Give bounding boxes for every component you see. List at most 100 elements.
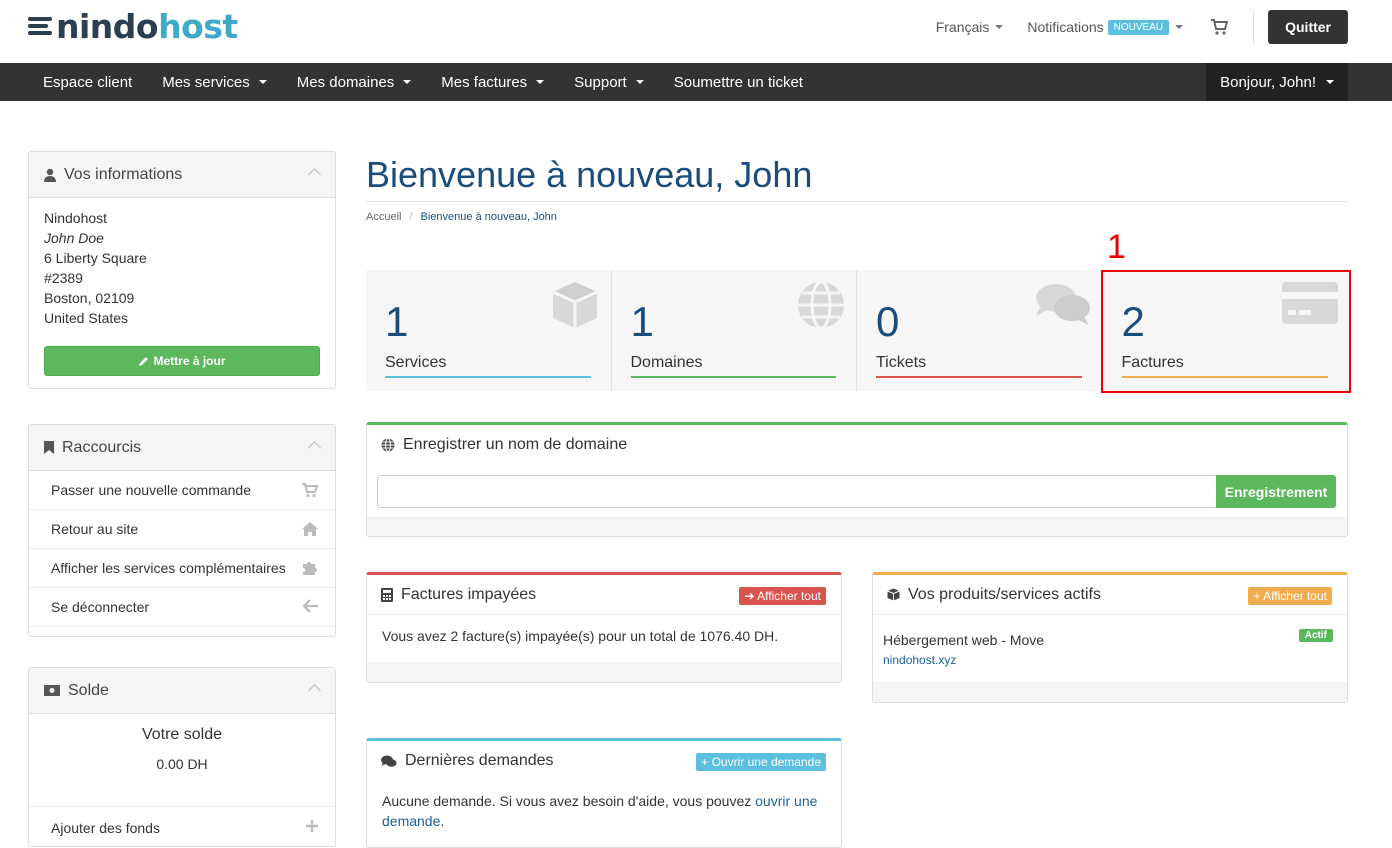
user-menu[interactable]: Bonjour, John!	[1206, 63, 1348, 101]
tickets-label: Tickets	[876, 354, 927, 371]
arrow-left-icon	[303, 599, 318, 613]
logo[interactable]: nindohost	[28, 6, 238, 46]
balance-value: 0.00 DH	[156, 756, 208, 772]
tickets-underline	[876, 376, 1082, 378]
plus-icon: +	[701, 755, 709, 769]
card-footer	[873, 682, 1347, 702]
info-panel-header[interactable]: Vos informations	[29, 152, 335, 198]
products-card-title: Vos produits/services actifs	[908, 585, 1101, 603]
balance-label: Votre solde	[141, 726, 223, 743]
shortcuts-panel: Raccourcis Passer une nouvelle commande …	[28, 424, 336, 637]
globe-icon	[381, 438, 395, 452]
nav-item-espace-client[interactable]: Espace client	[28, 63, 147, 101]
product-name[interactable]: Hébergement web - Move	[883, 632, 1044, 648]
caret-down-icon	[1175, 25, 1184, 29]
address-country: United States	[44, 310, 129, 326]
nav-item-support[interactable]: Support	[559, 63, 659, 101]
info-panel: Vos informations Nindohost John Doe 6 Li…	[28, 151, 336, 389]
active-products-card: Vos produits/services actifs + Afficher …	[872, 572, 1348, 703]
breadcrumb-current: Bienvenue à nouveau, John	[420, 211, 557, 223]
balance-panel: Solde Votre solde 0.00 DH Ajouter des fo…	[28, 667, 336, 847]
card-footer	[367, 662, 841, 682]
shortcuts-panel-header[interactable]: Raccourcis	[29, 425, 335, 471]
services-count: 1	[385, 298, 409, 345]
puzzle-icon	[303, 562, 317, 575]
nav-item-mes-services[interactable]: Mes services	[147, 63, 282, 101]
tile-tickets[interactable]: 0 Tickets	[857, 270, 1103, 391]
bookmark-icon	[44, 441, 54, 454]
balance-panel-header[interactable]: Solde	[29, 668, 335, 714]
cart-icon	[302, 483, 319, 497]
money-icon	[44, 685, 60, 696]
cart-icon[interactable]	[1209, 17, 1229, 37]
caret-down-icon	[1326, 80, 1334, 84]
tickets-text: Aucune demande. Si vous avez besoin d'ai…	[382, 793, 818, 829]
latest-tickets-card: Dernières demandes + Ouvrir une demande …	[366, 738, 842, 848]
notifications-dropdown[interactable]: Notifications NOUVEAU	[1027, 19, 1184, 35]
update-button[interactable]: Mettre à jour	[44, 346, 320, 376]
view-all-products-button[interactable]: + Afficher tout	[1248, 587, 1332, 605]
caret-down-icon	[536, 80, 545, 84]
add-funds-link[interactable]: Ajouter des fonds	[29, 808, 335, 847]
quit-button[interactable]: Quitter	[1268, 10, 1348, 44]
contact-name: John Doe	[44, 230, 104, 246]
domains-underline	[630, 376, 836, 378]
divider	[1253, 10, 1255, 44]
services-underline	[385, 376, 591, 378]
top-header: nindohost Français Notifications NOUVEAU …	[0, 0, 1392, 63]
domain-card-title: Enregistrer un nom de domaine	[403, 436, 628, 453]
tile-domains[interactable]: 1 Domaines	[612, 270, 857, 391]
comments-icon	[1035, 284, 1090, 325]
language-dropdown[interactable]: Français	[936, 19, 1004, 35]
caret-down-icon	[258, 80, 267, 84]
tickets-card-title: Dernières demandes	[405, 752, 554, 769]
chevron-up-icon[interactable]	[308, 168, 321, 181]
unpaid-text: Vous avez 2 facture(s) impayée(s) pour u…	[382, 628, 779, 644]
caret-down-icon	[995, 25, 1004, 29]
view-all-invoices-button[interactable]: ➔ Afficher tout	[739, 587, 826, 605]
card-footer	[367, 517, 1347, 536]
tile-services[interactable]: 1 Services	[366, 270, 612, 391]
breadcrumb-home[interactable]: Accueil	[366, 211, 401, 223]
shortcut-logout[interactable]: Se déconnecter	[29, 588, 335, 627]
page-title: Bienvenue à nouveau, John	[366, 154, 813, 195]
register-button[interactable]: Enregistrement	[1216, 475, 1336, 508]
tickets-count: 0	[876, 298, 900, 345]
logo-mark-icon	[28, 15, 54, 37]
domains-label: Domaines	[630, 354, 703, 371]
product-domain-link[interactable]: nindohost.xyz	[883, 653, 956, 667]
logo-text: nindohost	[56, 6, 238, 46]
globe-icon	[798, 280, 844, 330]
company-name: Nindohost	[44, 210, 108, 226]
user-icon	[44, 168, 56, 182]
home-icon	[302, 522, 318, 536]
nav-item-mes-factures[interactable]: Mes factures	[426, 63, 559, 101]
nav-item-mes-domaines[interactable]: Mes domaines	[282, 63, 427, 101]
address-line1: 6 Liberty Square	[44, 250, 147, 266]
breadcrumb: Accueil / Bienvenue à nouveau, John	[366, 211, 557, 223]
calculator-icon	[381, 587, 393, 602]
status-badge: Actif	[1298, 629, 1333, 642]
chevron-up-icon[interactable]	[308, 684, 321, 697]
unpaid-invoices-card: Factures impayées ➔ Afficher tout Vous a…	[366, 572, 842, 683]
address-line2: #2389	[44, 270, 83, 286]
services-label: Services	[385, 354, 447, 371]
domains-count: 1	[630, 298, 654, 345]
nav-item-soumettre-un-ticket[interactable]: Soumettre un ticket	[659, 63, 818, 101]
domain-search-input[interactable]	[377, 475, 1217, 508]
shortcut-new-order[interactable]: Passer une nouvelle commande	[29, 471, 335, 510]
caret-down-icon	[635, 80, 644, 84]
open-ticket-button[interactable]: + Ouvrir une demande	[696, 753, 826, 771]
comments-icon	[381, 755, 397, 767]
unpaid-card-title: Factures impayées	[401, 585, 537, 603]
shortcut-addons[interactable]: Afficher les services complémentaires	[29, 549, 335, 588]
cube-icon	[887, 588, 900, 601]
address-city: Boston, 02109	[44, 290, 135, 306]
pencil-icon	[139, 356, 149, 366]
new-badge: NOUVEAU	[1107, 19, 1170, 35]
chevron-up-icon[interactable]	[308, 441, 321, 454]
caret-down-icon	[403, 80, 412, 84]
shortcut-back-to-site[interactable]: Retour au site	[29, 510, 335, 549]
annotation-highlight-box	[1101, 270, 1351, 393]
plus-icon	[306, 820, 318, 832]
